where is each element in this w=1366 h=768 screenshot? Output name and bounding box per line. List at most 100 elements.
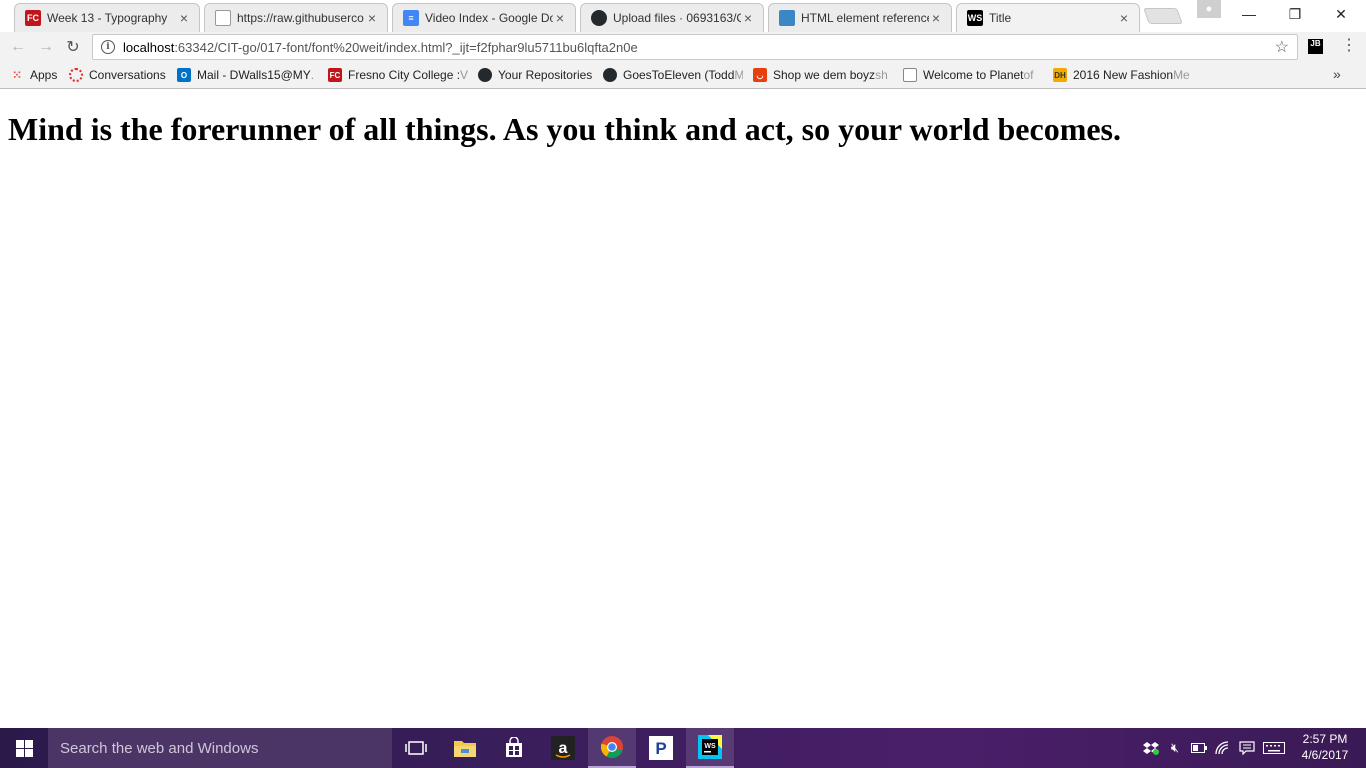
bookmark-shop[interactable]: ◡ Shop we dem boyz sh [753, 66, 893, 84]
bookmarks-bar: ⁙ Apps Conversations O Mail - DWalls15@M… [0, 62, 1366, 89]
browser-toolbar: ← → ↻ i localhost:63342/CIT-go/017-font/… [0, 32, 1366, 62]
tab-title: https://raw.githubuserco [237, 11, 364, 25]
clock-date: 4/6/2017 [1301, 748, 1349, 762]
start-button[interactable] [0, 728, 48, 768]
svg-text:P: P [655, 739, 666, 758]
task-view-icon[interactable] [392, 728, 440, 768]
close-tab-icon[interactable]: × [177, 11, 191, 25]
bookmark-label-fade: M [734, 68, 743, 82]
bookmark-label: Mail - DWalls15@MY [197, 68, 311, 82]
tab-title-active[interactable]: WS Title × [956, 3, 1140, 32]
system-clock[interactable]: 2:57 PM 4/6/2017 [1290, 731, 1360, 763]
webstorm-icon: WS [967, 10, 983, 26]
jetbrains-extension-icon[interactable]: JB [1308, 39, 1323, 54]
bookmark-conversations[interactable]: Conversations [69, 66, 166, 84]
close-tab-icon[interactable]: × [929, 11, 943, 25]
bookmark-label: Conversations [89, 68, 166, 82]
page-content: Mind is the forerunner of all things. As… [0, 90, 1366, 728]
bookmark-mail[interactable]: O Mail - DWalls15@MY. [177, 66, 317, 84]
tab-upload-files[interactable]: Upload files · 0693163/C × [580, 3, 764, 32]
forward-arrow-icon[interactable]: → [36, 37, 56, 57]
tab-title: Video Index - Google Do [425, 11, 553, 25]
document-icon [903, 68, 917, 82]
file-explorer-icon[interactable] [441, 728, 489, 768]
bookmark-apps[interactable]: ⁙ Apps [10, 66, 57, 84]
bookmark-goestoeleven[interactable]: GoesToEleven (Todd M [603, 66, 743, 84]
conversations-icon [69, 68, 83, 82]
close-tab-icon[interactable]: × [553, 11, 567, 25]
close-window-button[interactable]: ✕ [1318, 0, 1364, 28]
quote-heading: Mind is the forerunner of all things. As… [8, 111, 1121, 147]
github-icon [478, 68, 492, 82]
github-icon [591, 10, 607, 26]
action-center-icon[interactable] [1236, 728, 1258, 768]
bookmark-label-fade: sh [875, 68, 888, 82]
store-icon[interactable] [490, 728, 538, 768]
mdn-icon [779, 10, 795, 26]
bookmark-label: Welcome to Planet [923, 68, 1024, 82]
bookmark-label: Your Repositories [498, 68, 593, 82]
apps-grid-icon: ⁙ [11, 68, 23, 82]
address-bar[interactable]: i localhost:63342/CIT-go/017-font/font%2… [92, 34, 1298, 60]
tab-strip: FC Week 13 - Typography × https://raw.gi… [0, 0, 1366, 32]
bookmark-label-fade: of [1023, 68, 1034, 82]
clock-time: 2:57 PM [1302, 732, 1348, 746]
tab-week13[interactable]: FC Week 13 - Typography × [14, 3, 200, 32]
outlook-icon: O [177, 68, 191, 82]
svg-text:WS: WS [704, 743, 716, 750]
volume-muted-icon[interactable]: 🔇︎ [1164, 728, 1186, 768]
bookmark-label-fade: V [460, 68, 468, 82]
tab-html-reference[interactable]: HTML element reference × [768, 3, 952, 32]
fresno-city-college-icon: FC [25, 10, 41, 26]
github-icon [603, 68, 617, 82]
windows-logo-icon [15, 739, 33, 757]
dh-icon: DH [1053, 68, 1067, 82]
tab-title: Title [989, 11, 1012, 25]
bookmark-label: Shop we dem boyz [773, 68, 876, 82]
bookmark-label-fade: Me [1173, 68, 1190, 82]
new-tab-button[interactable] [1143, 8, 1183, 24]
shop-icon: ◡ [753, 68, 767, 82]
tab-title: Week 13 - Typography [47, 11, 168, 25]
pandora-icon[interactable]: P [637, 728, 685, 768]
bookmark-your-repositories[interactable]: Your Repositories [478, 66, 592, 84]
url-path: :63342/CIT-go/017-font/font%20weit/index… [174, 39, 638, 55]
bookmark-star-icon[interactable]: ☆ [1275, 37, 1289, 57]
battery-icon[interactable] [1188, 728, 1210, 768]
wifi-icon[interactable] [1212, 728, 1234, 768]
tab-title: HTML element reference [801, 11, 929, 25]
close-tab-icon[interactable]: × [741, 11, 755, 25]
more-bookmarks-icon[interactable]: » [1333, 66, 1341, 82]
svg-text:a: a [559, 740, 568, 757]
chrome-icon[interactable] [588, 728, 636, 768]
minimize-button[interactable]: — [1226, 0, 1272, 28]
webstorm-icon[interactable]: WS [686, 728, 734, 768]
fresno-city-college-icon: FC [328, 68, 342, 82]
tab-raw-github[interactable]: https://raw.githubuserco × [204, 3, 388, 32]
maximize-button[interactable]: ❐ [1272, 0, 1318, 28]
site-info-icon[interactable]: i [101, 40, 115, 54]
url-host: localhost [123, 39, 175, 55]
bookmark-label: 2016 New Fashion [1073, 68, 1174, 82]
bookmark-fashion[interactable]: DH 2016 New Fashion Me [1053, 66, 1198, 84]
keyboard-icon[interactable] [1261, 728, 1287, 768]
reload-icon[interactable]: ↻ [63, 37, 83, 57]
document-icon [215, 10, 231, 26]
close-tab-icon[interactable]: × [1117, 11, 1131, 25]
taskbar-search-box[interactable]: Search the web and Windows [48, 728, 392, 768]
dropbox-icon[interactable] [1140, 728, 1162, 768]
close-tab-icon[interactable]: × [365, 11, 379, 25]
tab-title: Upload files · 0693163/C [613, 11, 741, 25]
bookmark-label: GoesToEleven (Todd [623, 68, 735, 82]
amazon-icon[interactable]: a [539, 728, 587, 768]
back-arrow-icon[interactable]: ← [8, 37, 28, 57]
windows-taskbar: Search the web and Windows a P WS 🔇︎ 2:5… [0, 728, 1366, 768]
bookmark-fresno[interactable]: FC Fresno City College : V [328, 66, 468, 84]
chrome-menu-icon[interactable]: ⋮ [1341, 38, 1357, 54]
google-docs-icon: ≡ [403, 10, 419, 26]
bookmark-label: Fresno City College : [348, 68, 461, 82]
profile-icon[interactable]: ● [1197, 0, 1221, 18]
bookmark-label: Apps [30, 68, 58, 82]
tab-video-index[interactable]: ≡ Video Index - Google Do × [392, 3, 576, 32]
bookmark-planet[interactable]: Welcome to Planet of [903, 66, 1043, 84]
